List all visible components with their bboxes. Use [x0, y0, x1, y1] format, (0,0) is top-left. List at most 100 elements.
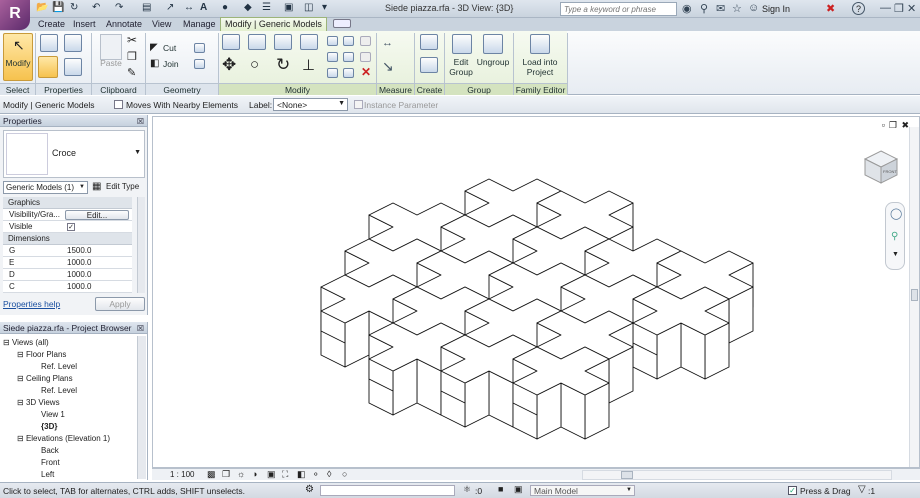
save-icon[interactable]: 💾 [52, 2, 64, 13]
workset-dropdown[interactable] [320, 485, 455, 496]
close-hidden-icon[interactable]: ▣ [284, 2, 293, 13]
viewcube[interactable]: FRONT [861, 147, 901, 187]
offset-icon[interactable] [248, 34, 266, 50]
undo-icon[interactable]: ↶ [92, 2, 100, 13]
rotate-icon[interactable]: ↻ [276, 55, 290, 75]
collapse-toggle-icon[interactable]: ⊟ [17, 398, 26, 407]
browser-scrollbar[interactable] [137, 336, 146, 479]
group-dimensions[interactable]: Dimensions [3, 233, 132, 245]
design-options-icon[interactable]: ⚛ [463, 484, 471, 495]
tab-insert[interactable]: Insert [73, 18, 96, 31]
copy-modify-icon[interactable]: ○ [250, 56, 259, 73]
steering-wheel-icon[interactable]: ◯ [890, 207, 902, 220]
ungroup-label[interactable]: Ungroup [476, 57, 510, 67]
section-icon[interactable]: ◆ [244, 2, 252, 13]
browser-item[interactable]: Front [3, 457, 135, 469]
scale-icon[interactable] [343, 52, 354, 62]
communication-icon[interactable]: ✉ [716, 2, 725, 15]
sign-in-link[interactable]: Sign In [762, 4, 790, 14]
type-selector[interactable]: Croce ▼ [3, 130, 145, 178]
match-type-icon[interactable]: ✎ [127, 66, 136, 79]
viewcube-shape[interactable] [861, 147, 901, 187]
collapse-toggle-icon[interactable]: ⊟ [17, 374, 26, 383]
mirror-draw-icon[interactable] [300, 34, 318, 50]
delete-icon[interactable]: ✕ [361, 65, 371, 79]
tab-overflow-button[interactable] [333, 19, 351, 28]
split-icon[interactable] [327, 36, 338, 46]
properties-icon[interactable] [40, 34, 58, 52]
3d-view-icon[interactable]: ● [222, 2, 228, 13]
trim-extend-icon[interactable] [327, 68, 338, 78]
chevron-down-icon[interactable]: ▼ [892, 251, 899, 258]
measure-between-icon[interactable]: ↔ [382, 37, 393, 49]
copy-icon[interactable]: ❐ [127, 50, 137, 63]
favorites-icon[interactable]: ☆ [732, 2, 742, 15]
crop-region-icon[interactable]: ◧ [297, 469, 306, 480]
browser-item[interactable]: ⊟ Floor Plans [3, 349, 135, 361]
close-icon[interactable]: ✕ [907, 2, 916, 15]
browser-item[interactable]: Ref. Level [3, 385, 135, 397]
close-icon[interactable]: ☒ [137, 116, 144, 128]
editable-only-icon[interactable]: ■ [498, 484, 503, 494]
tab-view[interactable]: View [152, 18, 171, 31]
zoom-icon[interactable]: ⚲ [891, 231, 898, 242]
align-icon[interactable] [222, 34, 240, 50]
switch-windows-icon[interactable]: ◫ [304, 2, 313, 13]
print-icon[interactable]: ▤ [142, 2, 151, 13]
design-option-dropdown[interactable]: Main Model ▼ [530, 485, 635, 496]
temp-hide-icon[interactable]: ◊ [327, 469, 331, 479]
trim-icon[interactable]: ⊥ [302, 56, 315, 74]
shadows-icon[interactable]: ◑ [252, 469, 257, 479]
load-into-label-1[interactable]: Load into [518, 57, 562, 67]
create-group-icon[interactable] [420, 57, 438, 73]
open-icon[interactable]: 📂 [36, 2, 48, 13]
sun-path-icon[interactable]: ☼ [237, 469, 245, 479]
customize-qat-icon[interactable]: ▾ [322, 2, 327, 13]
modify-tool-button[interactable]: ↖ Modify [3, 33, 33, 81]
edit-group-icon[interactable] [452, 34, 472, 54]
load-into-project-icon[interactable] [530, 34, 550, 54]
restore-icon[interactable]: ❐ [894, 2, 904, 15]
create-similar-icon[interactable] [420, 34, 438, 50]
browser-item[interactable]: ⊟ Views (all) [3, 337, 135, 349]
load-into-label-2[interactable]: Project [518, 67, 562, 77]
property-value[interactable]: 1000.0 [67, 269, 91, 281]
help-icon[interactable]: ? [852, 2, 865, 15]
horizontal-scrollbar[interactable] [582, 470, 892, 480]
move-icon[interactable]: ✥ [222, 55, 236, 75]
property-value[interactable]: 1000.0 [67, 281, 91, 293]
browser-item[interactable]: Left [3, 469, 135, 481]
close-icon[interactable]: ☒ [137, 323, 144, 335]
subscription-icon[interactable]: ⚲ [700, 2, 708, 15]
category-filter-dropdown[interactable]: Generic Models (1) ▼ [3, 181, 88, 194]
option-set-icon[interactable]: ▣ [514, 484, 523, 495]
properties-help-link[interactable]: Properties help [3, 299, 60, 309]
user-icon[interactable]: ☺ [748, 2, 759, 14]
minimize-icon[interactable]: — [880, 2, 891, 14]
browser-item[interactable]: Back [3, 445, 135, 457]
collapse-toggle-icon[interactable]: ⊟ [17, 350, 26, 359]
view-restore-icon[interactable]: ❐ [889, 120, 897, 131]
instance-param-checkbox[interactable] [354, 100, 363, 109]
lock-view-icon[interactable]: ⚬ [312, 469, 320, 480]
reveal-hidden-icon[interactable]: ○ [342, 469, 347, 479]
vertical-scroll-thumb[interactable] [911, 289, 918, 301]
property-value[interactable]: 1000.0 [67, 257, 91, 269]
text-icon[interactable]: A [200, 2, 207, 13]
redo-icon[interactable]: ↷ [115, 2, 123, 13]
tab-annotate[interactable]: Annotate [106, 18, 142, 31]
collapse-toggle-icon[interactable]: ⊟ [17, 434, 26, 443]
visible-checkbox[interactable]: ✓ [67, 223, 75, 231]
browser-item[interactable]: ⊟ Elevations (Elevation 1) [3, 433, 135, 445]
browser-item[interactable]: ⊟ 3D Views [3, 397, 135, 409]
pin-icon[interactable] [360, 36, 371, 46]
render-icon[interactable]: ▣ [267, 469, 276, 480]
properties-scrollbar[interactable] [137, 197, 145, 293]
group-graphics[interactable]: Graphics [3, 197, 132, 209]
measure-icon[interactable]: ↗ [166, 2, 174, 13]
apply-button[interactable]: Apply [95, 297, 145, 311]
paint-icon[interactable] [194, 59, 205, 69]
cut-geometry-label[interactable]: Cut [163, 43, 176, 53]
application-menu-button[interactable]: R [0, 0, 30, 30]
browser-item[interactable]: Ref. Level [3, 361, 135, 373]
